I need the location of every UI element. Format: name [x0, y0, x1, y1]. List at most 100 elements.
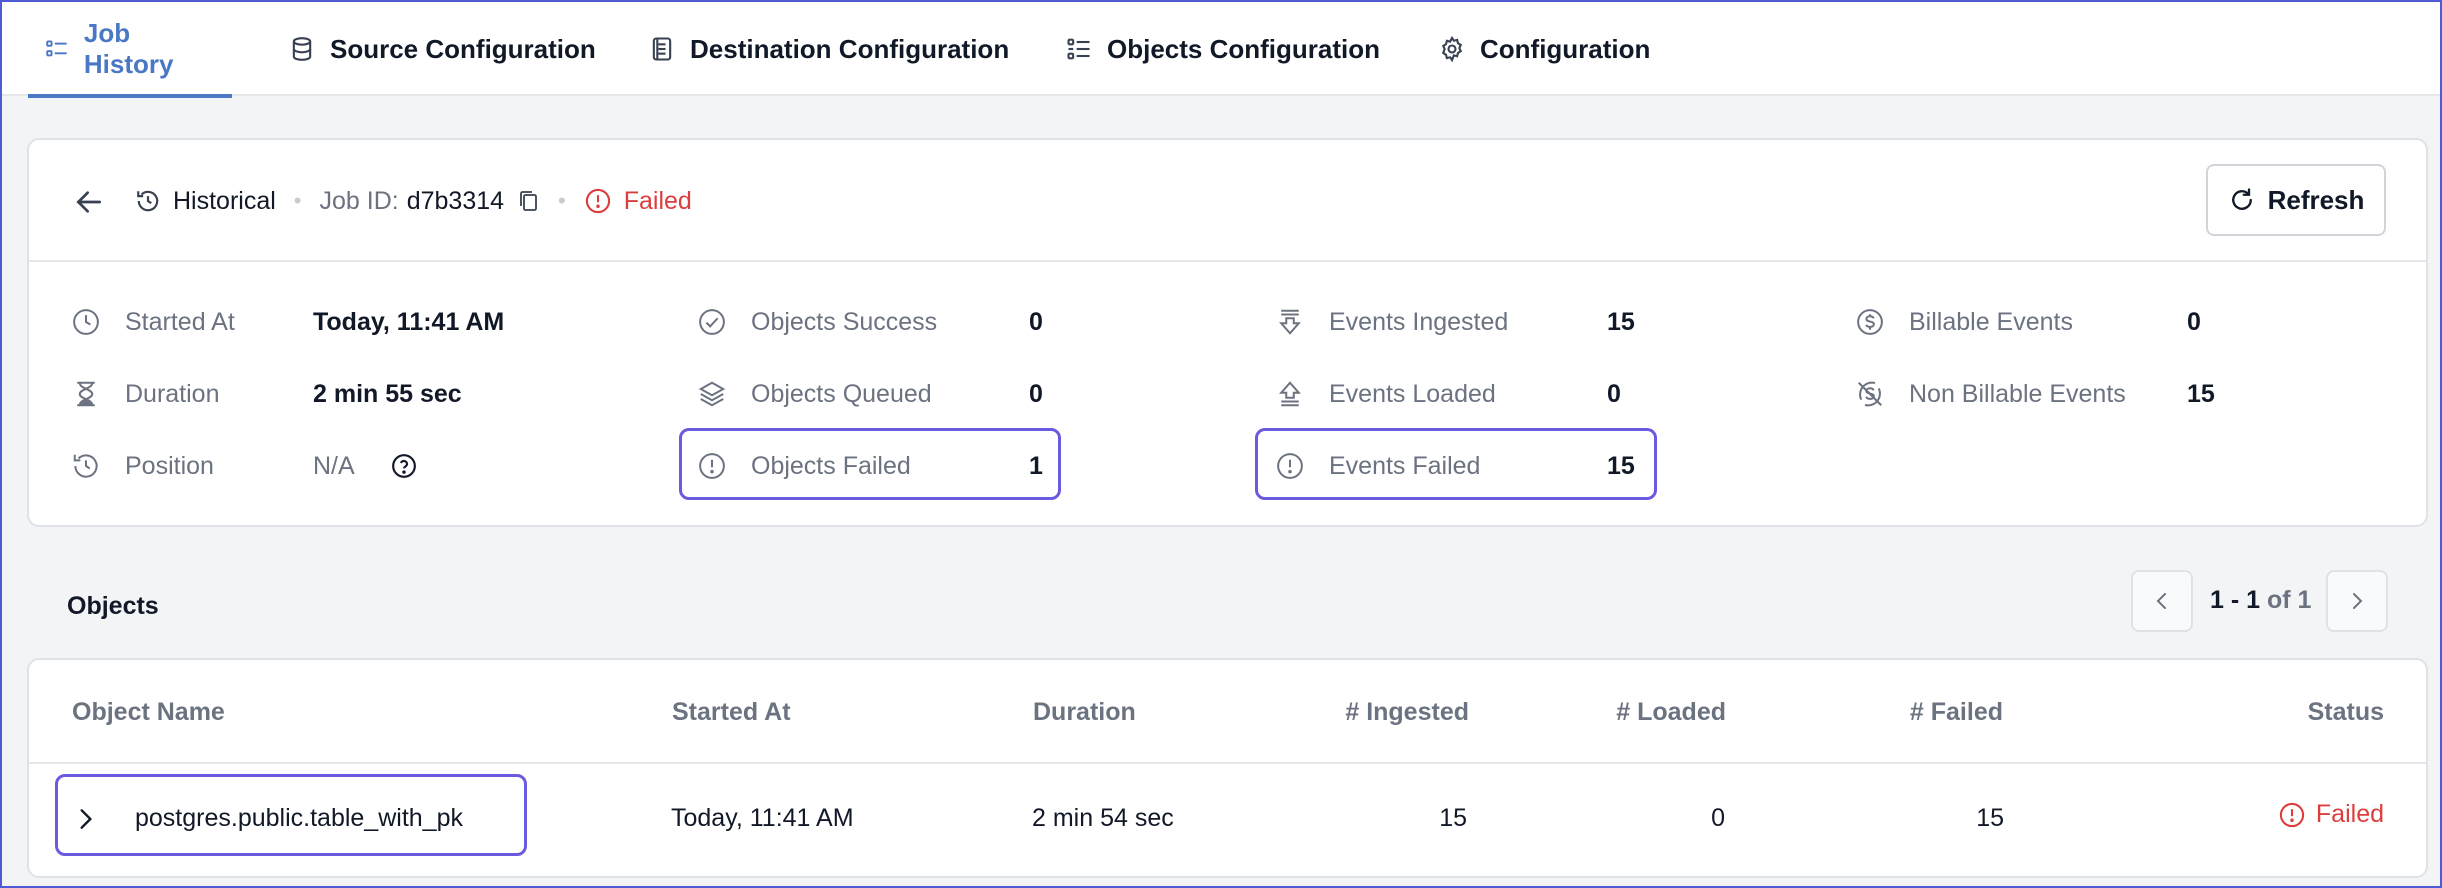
stat-label: Started At: [125, 307, 235, 336]
stat-label: Objects Queued: [751, 379, 932, 408]
pagination-label: 1 - 1 of 1: [2210, 586, 2311, 615]
stat-objects-failed: Objects Failed 1: [697, 430, 1077, 502]
pagination-range: 1 - 1: [2210, 586, 2261, 614]
table-header-row: Object Name Started At Duration # Ingest…: [29, 660, 2426, 764]
stat-events-loaded: Events Loaded 0: [1275, 358, 1655, 430]
tab-job-history[interactable]: Job History: [28, 2, 232, 98]
no-dollar-icon: [1858, 381, 1882, 407]
stat-value: 15: [1607, 307, 1635, 336]
object-failed: 15: [1976, 804, 2004, 832]
object-status: Failed: [2278, 800, 2384, 829]
next-page-button[interactable]: [2326, 570, 2388, 632]
tab-label: Objects Configuration: [1107, 33, 1380, 64]
stat-duration: Duration 2 min 55 sec: [71, 358, 471, 430]
stat-label: Billable Events: [1909, 307, 2073, 336]
tab-label: Configuration: [1480, 33, 1651, 64]
separator: •: [293, 188, 302, 213]
column-header[interactable]: # Loaded: [1616, 698, 1726, 727]
stat-label: Events Failed: [1329, 451, 1481, 480]
refresh-label: Refresh: [2267, 184, 2365, 215]
tab-label: Destination Configuration: [690, 33, 1010, 64]
database-icon: [292, 37, 312, 61]
stat-started-at: Started At Today, 11:41 AM: [71, 286, 504, 358]
alert-circle-icon: [699, 453, 725, 479]
gear-icon: [1441, 35, 1463, 63]
check-circle-icon: [699, 309, 725, 335]
chevron-right-icon[interactable]: [73, 806, 99, 832]
column-header[interactable]: Object Name: [72, 698, 225, 727]
layers-icon: [698, 381, 726, 407]
chevron-left-icon: [2156, 593, 2166, 609]
stat-label: Objects Success: [751, 307, 938, 336]
stat-non-billable-events: Non Billable Events 15: [1855, 358, 2275, 430]
stat-objects-queued: Objects Queued 0: [697, 358, 1077, 430]
refresh-button[interactable]: Refresh: [2206, 164, 2386, 236]
stat-label: Events Loaded: [1329, 379, 1496, 408]
list-icon: [1067, 38, 1090, 60]
hourglass-icon: [77, 381, 95, 407]
error-icon: [585, 188, 610, 214]
job-id: d7b3314: [406, 186, 505, 215]
stat-value: 15: [1607, 451, 1635, 480]
stat-label: Duration: [125, 379, 220, 408]
pagination-total: of 1: [2266, 586, 2312, 614]
stat-label: Position: [125, 451, 214, 480]
object-loaded: 0: [1711, 804, 1725, 832]
stat-events-failed: Events Failed 15: [1275, 430, 1655, 502]
object-name: postgres.public.table_with_pk: [135, 804, 463, 832]
column-header[interactable]: Started At: [672, 698, 791, 727]
column-header[interactable]: # Ingested: [1345, 698, 1469, 727]
clock-icon: [73, 309, 99, 335]
prev-page-button[interactable]: [2131, 570, 2193, 632]
list-icon: [46, 40, 67, 57]
refresh-icon: [2231, 188, 2252, 210]
download-icon: [1279, 309, 1301, 335]
object-started-at: Today, 11:41 AM: [671, 804, 854, 832]
job-meta: Historical • Job ID: d7b3314 • Failed: [135, 140, 692, 262]
error-icon: [2279, 802, 2305, 827]
job-id-label: Job ID:: [319, 186, 399, 215]
tab-label: Job History: [83, 18, 174, 79]
separator: •: [558, 188, 566, 213]
job-summary-card: Historical • Job ID: d7b3314 • Failed Re…: [27, 138, 2428, 527]
stat-value: 15: [2187, 379, 2215, 408]
stat-value: 0: [2187, 307, 2201, 336]
stat-label: Events Ingested: [1329, 307, 1509, 336]
stat-value: 1: [1029, 451, 1043, 480]
stat-label: Objects Failed: [751, 451, 911, 480]
tab-source-configuration[interactable]: Source Configuration: [272, 2, 612, 96]
stat-objects-success: Objects Success 0: [697, 286, 1077, 358]
stat-value: 2 min 55 sec: [313, 379, 462, 408]
tab-destination-configuration[interactable]: Destination Configuration: [632, 2, 1025, 96]
job-mode: Historical: [173, 186, 276, 215]
object-ingested: 15: [1439, 804, 1467, 832]
stat-value: 0: [1607, 379, 1621, 408]
stat-value: N/A: [313, 451, 355, 480]
dollar-circle-icon: [1857, 309, 1883, 335]
stat-value: 0: [1029, 307, 1043, 336]
column-header[interactable]: # Failed: [1910, 698, 2003, 727]
object-status-label: Failed: [2315, 800, 2384, 828]
stat-value: Today, 11:41 AM: [313, 307, 505, 336]
back-arrow-icon[interactable]: [73, 186, 105, 218]
job-header: Historical • Job ID: d7b3314 • Failed Re…: [29, 140, 2426, 262]
tab-bar: Job History Source Configuration Destina…: [2, 2, 2440, 98]
column-header[interactable]: Status: [2308, 698, 2384, 727]
job-status: Failed: [623, 186, 692, 215]
history-icon: [137, 190, 159, 212]
tab-configuration[interactable]: Configuration: [1422, 2, 1666, 96]
help-icon[interactable]: [391, 453, 417, 479]
stat-value: 0: [1029, 379, 1043, 408]
object-duration: 2 min 54 sec: [1032, 804, 1174, 832]
column-header[interactable]: Duration: [1033, 698, 1136, 727]
copy-icon[interactable]: [516, 188, 540, 214]
stat-position: Position N/A: [71, 430, 471, 502]
stat-events-ingested: Events Ingested 15: [1275, 286, 1655, 358]
objects-section-title: Objects: [67, 592, 159, 620]
objects-table: Object Name Started At Duration # Ingest…: [27, 658, 2428, 878]
tab-objects-configuration[interactable]: Objects Configuration: [1049, 2, 1396, 96]
alert-circle-icon: [1277, 453, 1303, 479]
upload-icon: [1279, 381, 1301, 407]
tab-label: Source Configuration: [330, 33, 596, 64]
history-icon: [73, 454, 98, 478]
